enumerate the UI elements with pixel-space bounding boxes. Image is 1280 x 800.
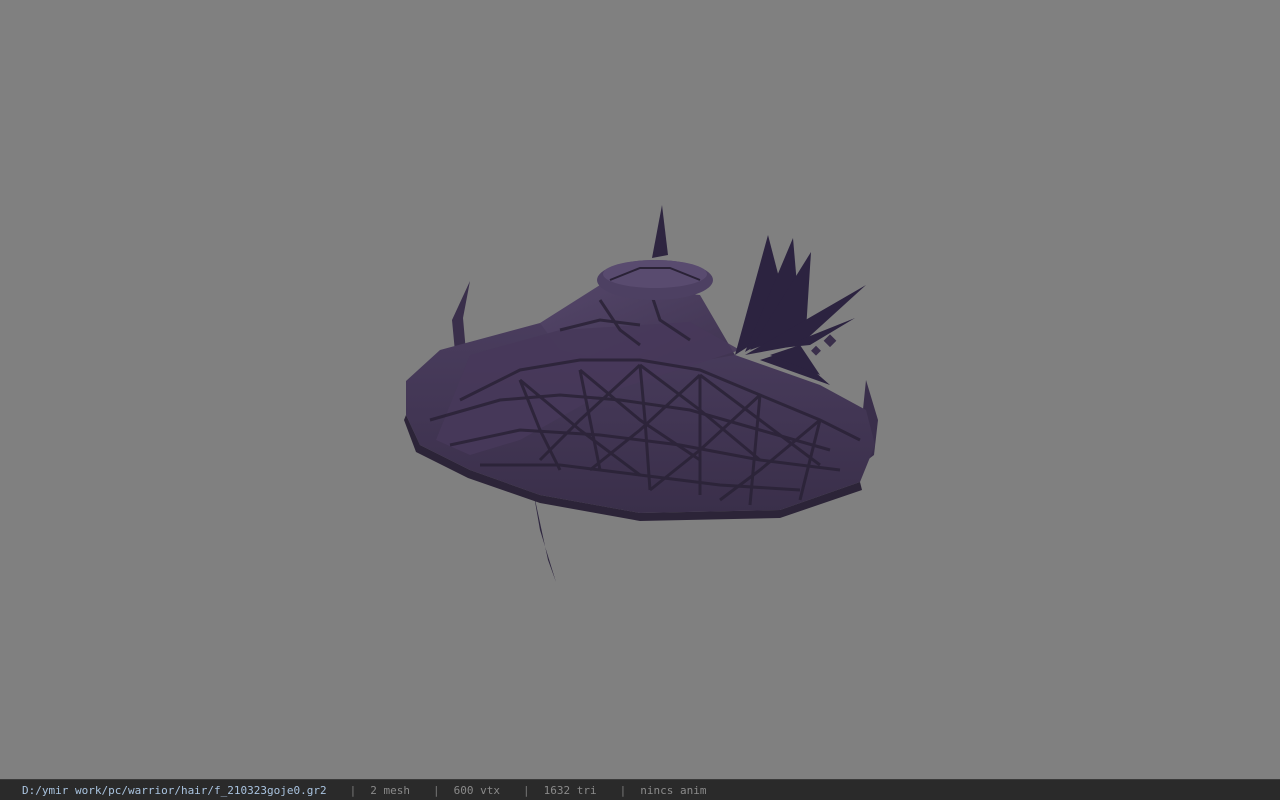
- left-horn: [452, 281, 470, 352]
- hat-model-render: [404, 205, 878, 582]
- file-path-text: D:/ymir work/pc/warrior/hair/f_210323goj…: [22, 783, 327, 797]
- status-bar: D:/ymir work/pc/warrior/hair/f_210323goj…: [0, 779, 1280, 800]
- feather-bead-1: [823, 334, 837, 348]
- animation-status-text: nincs anim: [640, 783, 707, 797]
- feather-bead-2: [811, 345, 821, 356]
- separator: |: [523, 783, 530, 797]
- separator: |: [619, 783, 627, 797]
- vertex-count-text: 600 vtx: [453, 783, 500, 797]
- separator: |: [349, 783, 357, 797]
- model-viewport[interactable]: [0, 0, 1280, 779]
- mesh-count-text: 2 mesh: [370, 783, 411, 797]
- separator: |: [433, 783, 440, 797]
- triangle-count-text: 1632 tri: [543, 783, 597, 797]
- top-spike: [652, 205, 668, 258]
